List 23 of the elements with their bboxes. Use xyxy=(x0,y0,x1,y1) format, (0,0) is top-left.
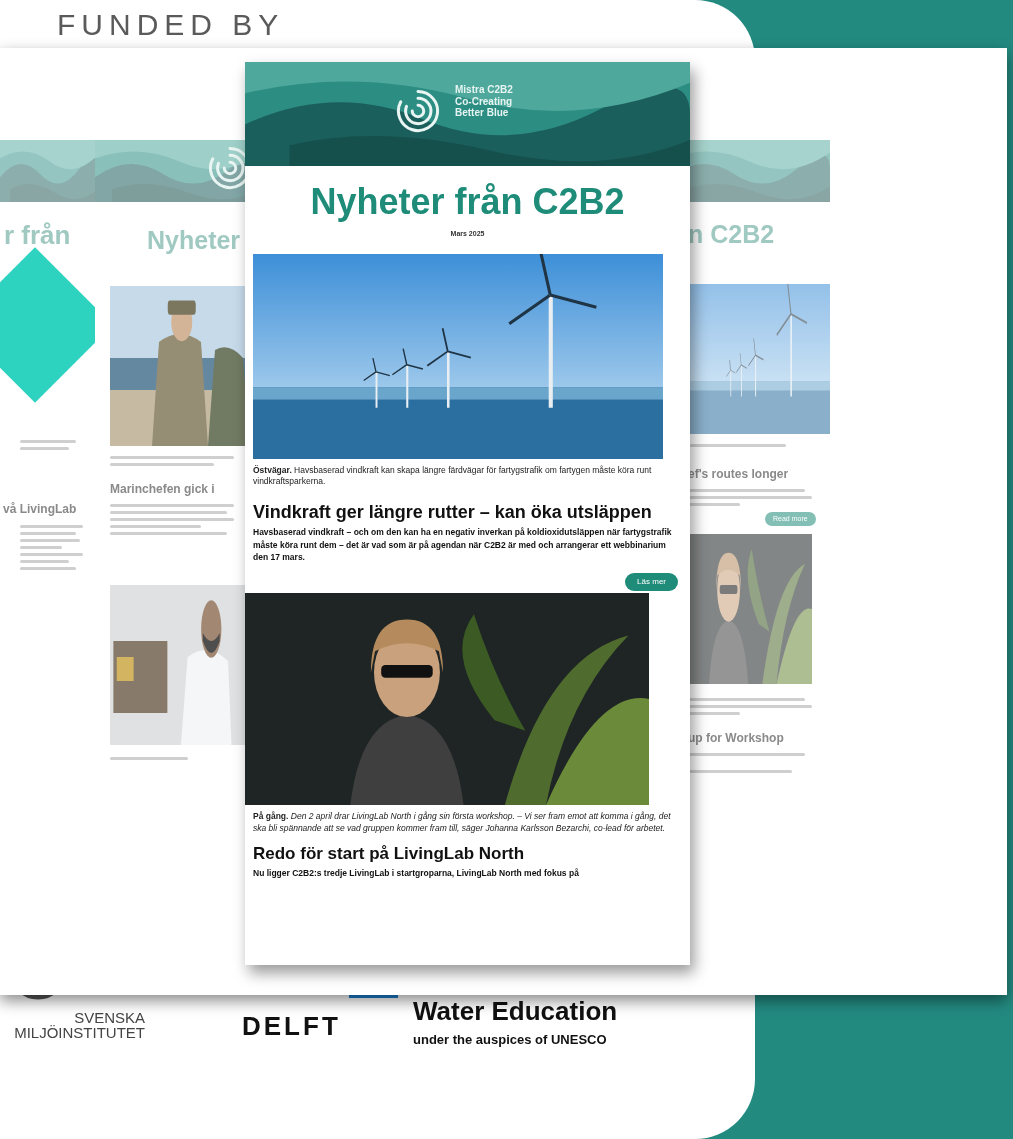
newsletter-title: n C2B2 xyxy=(688,219,776,250)
article-text: Havsbaserad vindkraft – och om den kan ha en negativ inverkan på koldioxidutsläppen när fartygstrafik måste köra runt dem – det är vad som är på agendan när C2B2 är med och arrangerar ett webbinarium den 17 mars. xyxy=(253,526,673,564)
article-text: Nu ligger C2B2:s tredje LivingLab i startgroparna, LivingLab North med fokus på xyxy=(253,867,580,880)
article-headline: Redo för start på LivingLab North xyxy=(253,844,526,865)
brand-text: Mistra C2B2 xyxy=(455,84,513,96)
left-page-headline: vå LivingLab xyxy=(3,501,77,518)
photo-caption: Östvägar. Havsbaserad vindkraft kan skapa längre färdvägar för fartygstrafik om fartygen måste köra runt vindkraftsparkerna. xyxy=(253,464,653,488)
delft-logo-text: DELFT xyxy=(242,1013,341,1039)
institute-name: SVENSKA MILJÖINSTITUTET xyxy=(13,1010,145,1040)
newsletter-title: Nyheter från C2B2 xyxy=(309,180,626,224)
brand-text: Better Blue xyxy=(455,107,510,119)
newsletter-title: Nyheter xyxy=(147,225,242,256)
unesco-text: under the auspices of UNESCO xyxy=(413,1031,607,1049)
blurred-text-drawing xyxy=(20,525,83,570)
blurred-text-drawing xyxy=(20,440,76,450)
funded-by-heading: FUNDED BY xyxy=(57,8,285,41)
brand-text: Co-Creating xyxy=(455,95,513,107)
water-education-text: Water Education xyxy=(413,998,618,1024)
read-more-button[interactable]: Läs mer xyxy=(625,573,678,592)
article-headline: Vindkraft ger längre rutter – kan öka utsläppen xyxy=(253,501,653,524)
spiral-logo-icon xyxy=(395,88,441,134)
photo-caption: På gång. Den 2 april drar LivingLab North i gång sin första workshop. – Vi ser fram emot att komma i gång, det ska bli spännande att se vad gruppen kommer fram till, säger Johanna Karlsson Bezarchi, co-lead för arbetet. xyxy=(253,811,672,835)
left-page-title: r från xyxy=(4,219,72,252)
